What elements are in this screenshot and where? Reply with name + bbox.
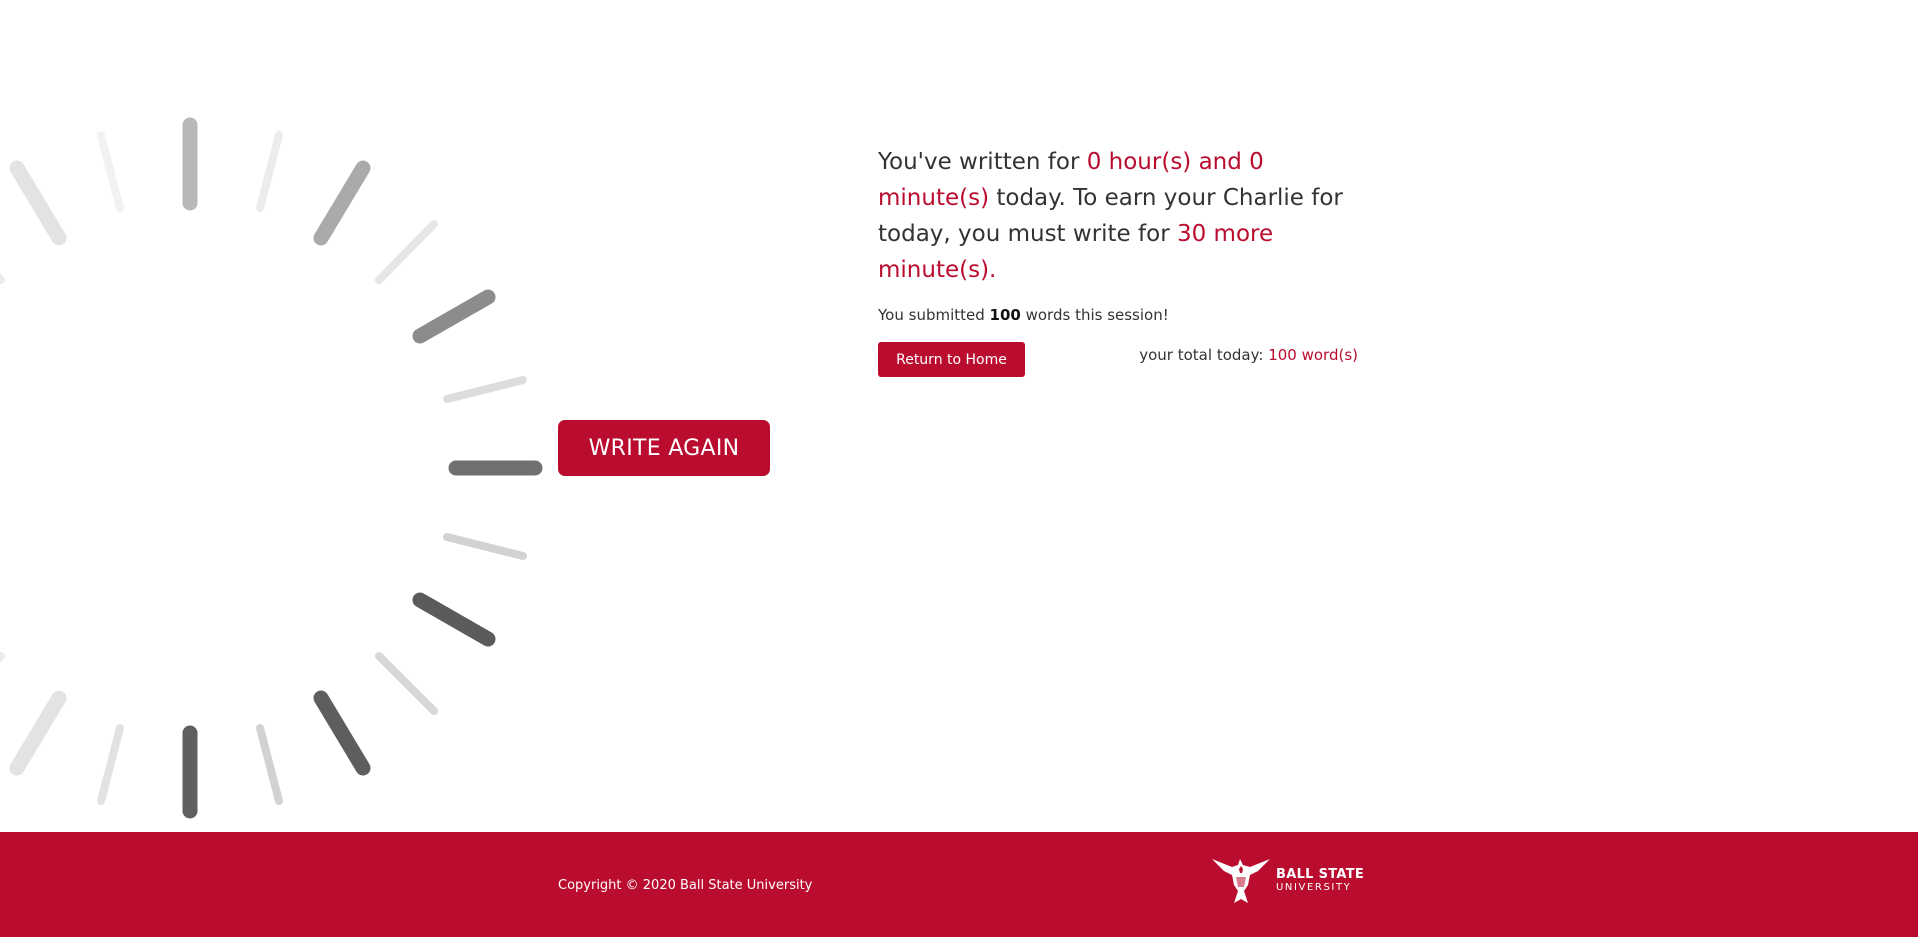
logo-line-1: BALL STATE (1276, 867, 1365, 882)
spinner-tick (9, 690, 67, 776)
spinner-tick (256, 724, 283, 805)
total-today: your total today: 100 word(s) (1139, 346, 1358, 364)
summary-actions: Return to Home your total today: 100 wor… (878, 342, 1358, 378)
logo-line-2: UNIVERSITY (1276, 882, 1352, 893)
spinner-tick (256, 131, 283, 212)
spinner-tick (0, 273, 5, 284)
spinner-tick (443, 376, 527, 403)
copyright-text: Copyright © 2020 Ball State University (558, 878, 813, 893)
return-home-button[interactable]: Return to Home (878, 342, 1025, 377)
spinner-tick (412, 289, 496, 344)
footer: Copyright © 2020 Ball State University B… (0, 832, 1918, 937)
spinner-tick (375, 220, 438, 284)
total-value: 100 word(s) (1268, 346, 1358, 364)
total-label: your total today: (1139, 346, 1269, 364)
spinner-tick (443, 533, 527, 560)
words-count: 100 (989, 306, 1021, 324)
writing-time-message: You've written for 0 hour(s) and 0 minut… (878, 144, 1358, 288)
spinner-tick (97, 724, 124, 805)
spinner-tick (97, 131, 124, 212)
words-suffix: words this session! (1020, 306, 1169, 324)
spinner-tick (412, 592, 496, 647)
page: WRITE AGAIN You've written for 0 hour(s)… (0, 0, 1918, 937)
spinner-tick (375, 652, 438, 715)
spinner-tick (0, 652, 5, 663)
spinner-tick (313, 160, 371, 246)
words-submitted-message: You submitted 100 words this session! (878, 306, 1358, 324)
ball-state-logo[interactable]: BALL STATE UNIVERSITY (1210, 855, 1364, 907)
headline-prefix: You've written for (878, 149, 1087, 175)
words-prefix: You submitted (878, 306, 990, 324)
session-summary: You've written for 0 hour(s) and 0 minut… (878, 144, 1358, 378)
logo-wordmark: BALL STATE UNIVERSITY (1276, 868, 1364, 894)
cardinal-icon (1212, 859, 1270, 903)
loading-spinner-icon (0, 117, 543, 819)
spinner-tick (9, 160, 67, 246)
write-again-button[interactable]: WRITE AGAIN (558, 420, 770, 476)
spinner-tick (313, 690, 371, 776)
